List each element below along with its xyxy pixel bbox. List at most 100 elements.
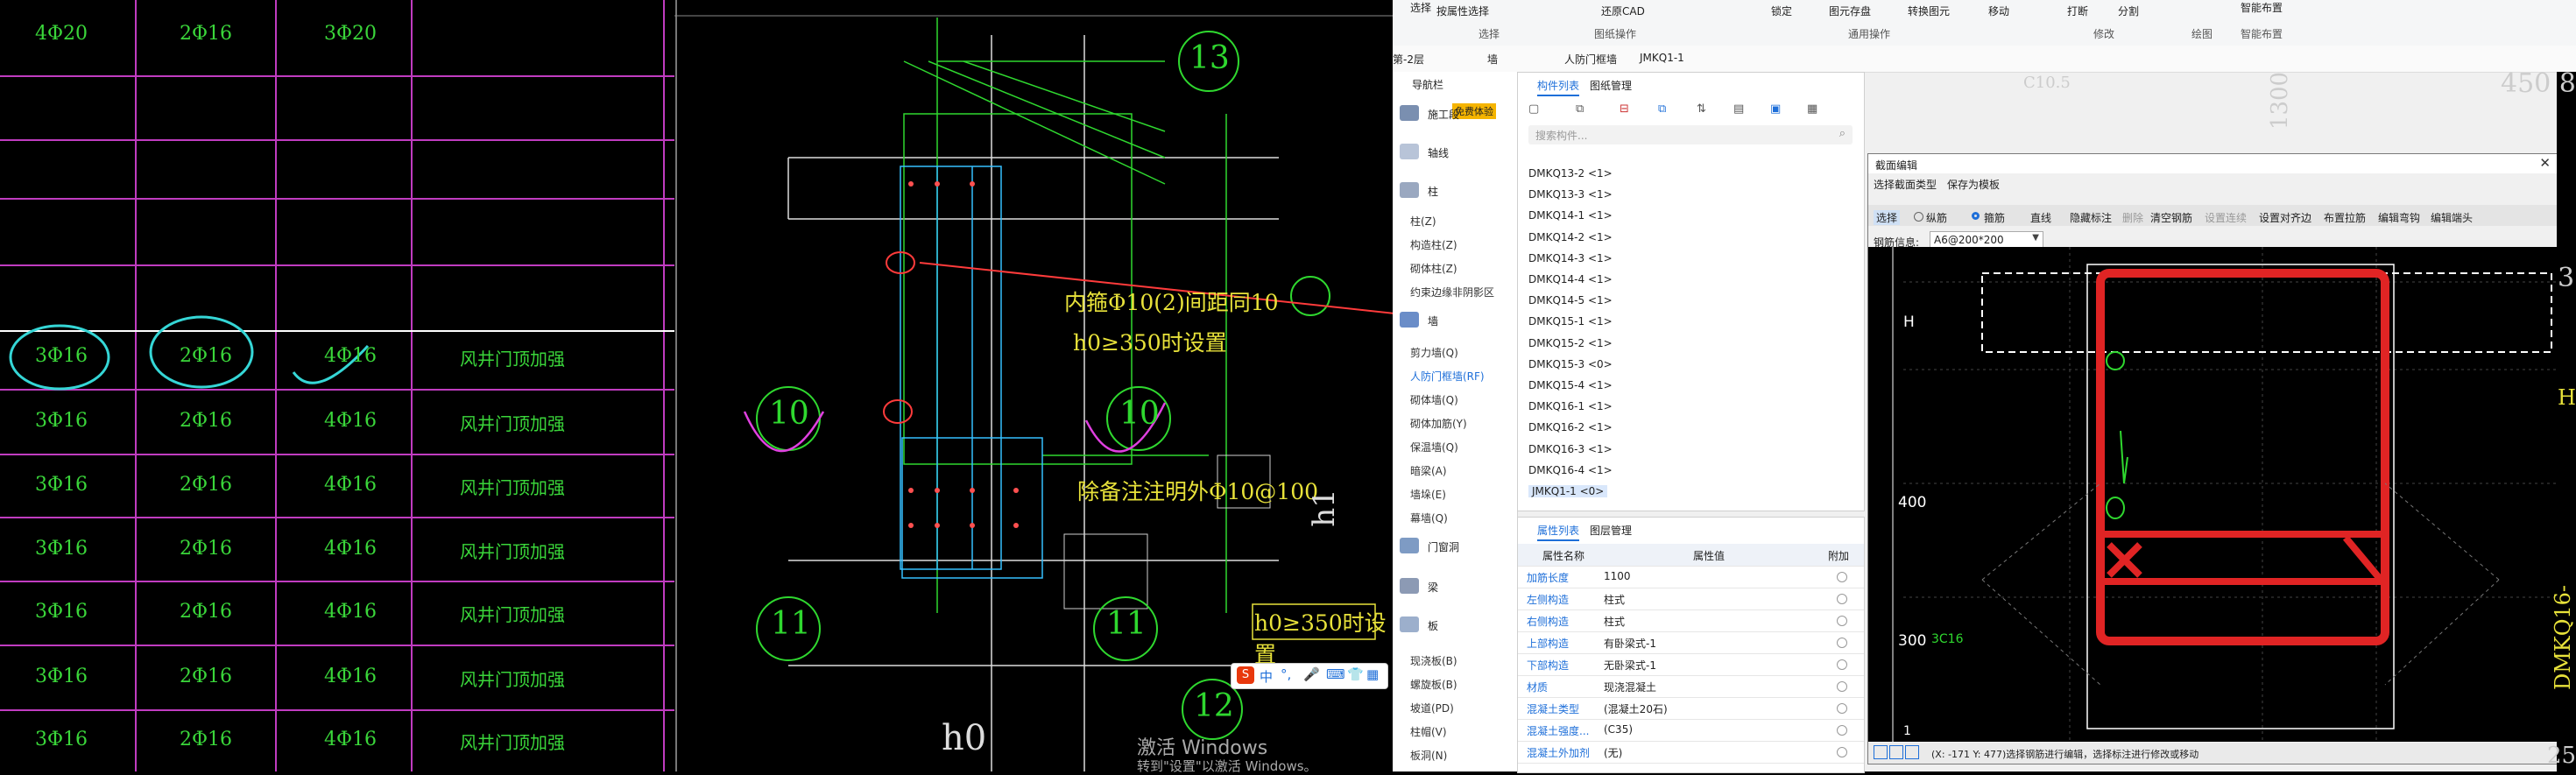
ime-menu-icon[interactable]: ▦ <box>1366 666 1379 682</box>
nav-item-civil-defense-wall[interactable]: 人防门框墙(RF) <box>1410 369 1485 384</box>
floor-select[interactable]: 第-2层 <box>1393 52 1424 67</box>
property-row[interactable]: 混凝土类型 (混凝土20石) <box>1518 697 1864 720</box>
nav-category-slab[interactable]: 板 <box>1428 618 1438 633</box>
close-icon[interactable]: ✕ <box>2539 155 2551 171</box>
component-list-item[interactable]: DMKQ15-2 <1> <box>1528 337 1613 349</box>
menu-select-section-type[interactable]: 选择截面类型 <box>1874 177 1937 192</box>
property-value[interactable]: 有卧梁式-1 <box>1604 636 1656 651</box>
property-value[interactable]: (无) <box>1604 745 1622 760</box>
ribbon-store-button[interactable]: 图元存盘 <box>1829 4 1871 18</box>
component-list-item[interactable]: DMKQ13-2 <1> <box>1528 167 1613 180</box>
component-list-item[interactable]: DMKQ14-4 <1> <box>1528 273 1613 285</box>
ribbon-smart-place-button[interactable]: 智能布置 <box>2241 0 2283 15</box>
component-list-item[interactable]: DMKQ13-3 <1> <box>1528 188 1613 201</box>
property-value[interactable]: 1100 <box>1604 570 1631 582</box>
nav-category-axis[interactable]: 轴线 <box>1428 145 1449 160</box>
nav-category-wall[interactable]: 墙 <box>1428 314 1438 328</box>
property-extra-checkbox[interactable] <box>1837 703 1847 714</box>
tool-clear-rebar[interactable]: 清空钢筋 <box>2150 210 2192 225</box>
ribbon-lock-button[interactable]: 锁定 <box>1771 4 1792 18</box>
type-select[interactable]: 人防门框墙 <box>1564 52 1617 67</box>
component-select[interactable]: JMKQ1-1 <box>1640 52 1684 64</box>
line-snap-icon[interactable] <box>1889 745 1903 759</box>
tool-set-align[interactable]: 设置对齐边 <box>2259 210 2311 225</box>
tool-stirrup[interactable]: 箍筋 <box>1984 210 2005 225</box>
nav-item-column-cap[interactable]: 柱帽(V) <box>1410 724 1447 739</box>
property-extra-checkbox[interactable] <box>1837 638 1847 648</box>
property-row[interactable]: 加筋长度 1100 <box>1518 566 1864 588</box>
nav-item-slab-hole[interactable]: 板洞(N) <box>1410 748 1447 763</box>
property-row[interactable]: 右侧构造 柱式 <box>1518 609 1864 632</box>
cad-drawing-canvas[interactable]: 13 10 10 11 11 12 内箍Φ10(2)间距同10 h0≥350时设… <box>674 0 1393 774</box>
property-value[interactable]: 柱式 <box>1604 592 1625 607</box>
nav-item-masonry-column[interactable]: 砌体柱(Z) <box>1410 261 1457 276</box>
component-list-item[interactable]: DMKQ14-5 <1> <box>1528 294 1613 306</box>
ime-keyboard-icon[interactable]: ⌨ <box>1326 666 1345 682</box>
ime-punct-icon[interactable]: °, <box>1281 666 1291 682</box>
new-icon[interactable]: ▢ <box>1528 102 1539 116</box>
component-list-item[interactable]: JMKQ1-1 <0> <box>1528 485 1608 497</box>
tab-property-list[interactable]: 属性列表 <box>1537 523 1580 541</box>
nav-category-column[interactable]: 柱 <box>1428 184 1438 199</box>
nav-item-ramp[interactable]: 坡道(PD) <box>1410 701 1454 715</box>
component-list-item[interactable]: DMKQ14-3 <1> <box>1528 252 1613 264</box>
snap-icon[interactable] <box>1874 745 1888 759</box>
ribbon-move-button[interactable]: 移动 <box>1988 4 2009 18</box>
ribbon-break-button[interactable]: 打断 <box>2067 4 2088 18</box>
sort-icon[interactable]: ⇅ <box>1697 102 1706 116</box>
component-search-input[interactable]: 搜索构件... ⌕ <box>1528 125 1853 144</box>
ribbon-restore-cad-button[interactable]: 还原CAD <box>1601 4 1645 18</box>
property-row[interactable]: 上部构造 有卧梁式-1 <box>1518 631 1864 654</box>
tool-edit-end[interactable]: 编辑端头 <box>2431 210 2473 225</box>
category-select[interactable]: 墙 <box>1487 52 1498 67</box>
component-list-item[interactable]: DMKQ16-2 <1> <box>1528 421 1613 433</box>
menu-save-template[interactable]: 保存为模板 <box>1947 177 2000 192</box>
tool-longitudinal[interactable]: 纵筋 <box>1926 210 1947 225</box>
section-canvas[interactable]: H 400 300 3C16 1 <box>1868 247 2558 742</box>
tool-hide-dim[interactable]: 隐藏标注 <box>2070 210 2112 225</box>
tab-drawing-manage[interactable]: 图纸管理 <box>1590 78 1632 93</box>
nav-item-wall-pier[interactable]: 墙垛(E) <box>1410 487 1446 502</box>
property-value[interactable]: 柱式 <box>1604 614 1625 629</box>
property-value[interactable]: 现浇混凝土 <box>1604 680 1656 694</box>
property-row[interactable]: 材质 现浇混凝土 <box>1518 675 1864 698</box>
property-value[interactable]: (混凝土20石) <box>1604 701 1668 716</box>
ime-skin-icon[interactable]: 👕 <box>1347 666 1364 682</box>
property-extra-checkbox[interactable] <box>1837 594 1847 604</box>
component-list-item[interactable]: DMKQ15-3 <0> <box>1528 358 1613 370</box>
property-extra-checkbox[interactable] <box>1837 681 1847 692</box>
property-extra-checkbox[interactable] <box>1837 725 1847 736</box>
property-value[interactable]: 无卧梁式-1 <box>1604 658 1656 673</box>
component-list-item[interactable]: DMKQ16-3 <1> <box>1528 443 1613 455</box>
ime-mode-label[interactable]: 中 <box>1260 667 1273 686</box>
tab-component-list[interactable]: 构件列表 <box>1537 78 1580 96</box>
property-row[interactable]: 混凝土外加剂 (无) <box>1518 741 1864 764</box>
component-list-item[interactable]: DMKQ15-4 <1> <box>1528 379 1613 391</box>
property-row[interactable]: 左侧构造 柱式 <box>1518 588 1864 610</box>
component-list-item[interactable]: DMKQ16-4 <1> <box>1528 464 1613 476</box>
tool-set-continuous[interactable]: 设置连续 <box>2205 210 2247 225</box>
property-extra-checkbox[interactable] <box>1837 747 1847 757</box>
property-row[interactable]: 下部构造 无卧梁式-1 <box>1518 653 1864 676</box>
layer-copy-icon[interactable]: ⧉ <box>1658 102 1666 116</box>
nav-item-masonry-wall[interactable]: 砌体墙(Q) <box>1410 392 1458 407</box>
ribbon-attr-select-button[interactable]: 按属性选择 <box>1436 4 1489 18</box>
tool-select[interactable]: 选择 <box>1874 210 1901 225</box>
chevron-down-icon[interactable]: ▼ <box>2032 233 2039 243</box>
radio-longitudinal[interactable] <box>1914 212 1923 222</box>
tool-line[interactable]: 直线 <box>2030 210 2051 225</box>
nav-category-door[interactable]: 门窗洞 <box>1428 539 1459 554</box>
nav-item-hidden-beam[interactable]: 暗梁(A) <box>1410 463 1447 478</box>
ime-mic-icon[interactable]: 🎤 <box>1303 666 1320 682</box>
nav-category-beam[interactable]: 梁 <box>1428 580 1438 595</box>
nav-item-cast-slab[interactable]: 现浇板(B) <box>1410 653 1457 668</box>
nav-category-stage[interactable]: 施工段 <box>1428 107 1459 122</box>
nav-item-shear-wall[interactable]: 剪力墙(Q) <box>1410 345 1458 360</box>
ime-toolbar[interactable]: S 中 °, 🎤 ⌨ 👕 ▦ <box>1231 663 1388 689</box>
tool-delete[interactable]: 删除 <box>2122 210 2143 225</box>
search-icon[interactable]: ⌕ <box>1839 127 1846 140</box>
nav-item-construct-column[interactable]: 构造柱(Z) <box>1410 237 1457 252</box>
nav-item-curtain-wall[interactable]: 幕墙(Q) <box>1410 511 1448 525</box>
filter-icon[interactable]: ▤ <box>1733 102 1744 116</box>
property-extra-checkbox[interactable] <box>1837 572 1847 582</box>
